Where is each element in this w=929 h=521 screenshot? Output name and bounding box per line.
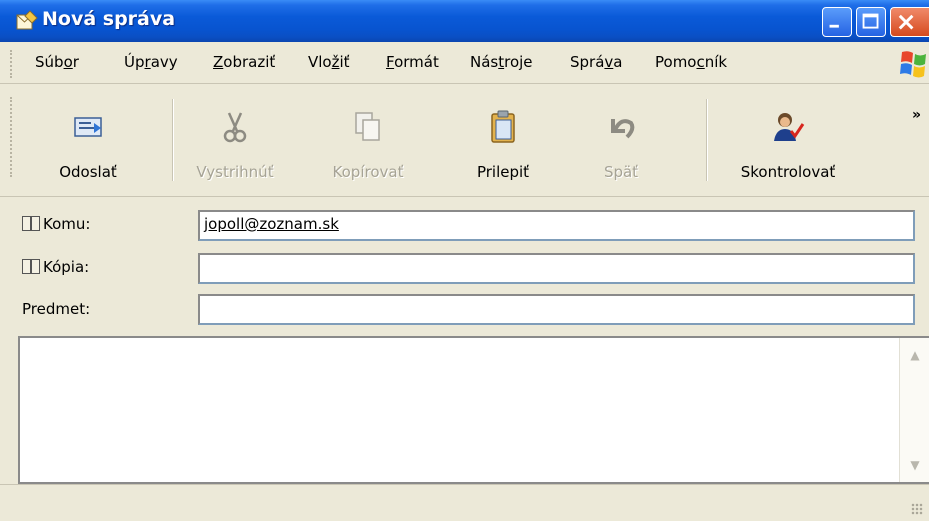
- send-mail-icon: [74, 117, 102, 137]
- check-names-button[interactable]: Skontrolovať: [718, 85, 858, 197]
- menu-format[interactable]: Formát: [386, 53, 439, 71]
- undo-label: Späť: [603, 163, 639, 181]
- minimize-button[interactable]: [822, 7, 852, 37]
- cc-field-label[interactable]: Kópia:: [22, 258, 89, 276]
- to-field-label[interactable]: Komu:: [22, 215, 90, 233]
- maximize-button[interactable]: [856, 7, 886, 37]
- menu-edit[interactable]: Úpravy: [124, 53, 178, 71]
- undo-arrow-icon: [611, 119, 635, 139]
- minimize-icon: [829, 24, 839, 28]
- vertical-scrollbar[interactable]: ▲ ▼: [899, 338, 929, 482]
- message-header-fields: Komu: jopoll@zoznam.sk Kópia: Predmet:: [0, 198, 929, 336]
- windows-logo-icon: [900, 51, 926, 78]
- undo-button[interactable]: Späť: [576, 85, 666, 197]
- menu-message[interactable]: Správa: [570, 53, 623, 71]
- paste-button[interactable]: Prilepiť: [453, 85, 553, 197]
- send-label: Odoslať: [59, 163, 117, 181]
- toolbar-separator: [706, 99, 708, 181]
- copy-icon: [355, 112, 380, 141]
- cc-field[interactable]: [198, 253, 915, 284]
- status-panel: [0, 489, 929, 517]
- spellcheck-person-icon: [774, 113, 805, 141]
- maximize-icon: [862, 13, 879, 29]
- menu-help[interactable]: Pomocník: [655, 53, 727, 71]
- new-message-icon: [16, 10, 38, 30]
- close-icon: [898, 14, 914, 30]
- copy-button[interactable]: Kopírovať: [318, 85, 418, 197]
- toolbar-grip[interactable]: [10, 97, 13, 177]
- menu-file[interactable]: Súbor: [35, 53, 79, 71]
- paste-label: Prilepiť: [476, 163, 530, 181]
- scroll-down-icon[interactable]: ▼: [906, 456, 924, 474]
- window-title: Nová správa: [42, 8, 176, 30]
- menu-tools[interactable]: Nástroje: [470, 53, 533, 71]
- copy-label: Kopírovať: [332, 163, 404, 181]
- title-bar[interactable]: Nová správa: [0, 0, 929, 42]
- cut-button[interactable]: Vystrihnúť: [180, 85, 290, 197]
- menu-view[interactable]: Zobraziť: [213, 53, 275, 71]
- check-names-label: Skontrolovať: [740, 163, 836, 181]
- scissors-icon: [223, 112, 247, 143]
- to-field[interactable]: jopoll@zoznam.sk: [198, 210, 915, 241]
- menu-bar-grip[interactable]: [10, 50, 13, 78]
- resize-grip[interactable]: [911, 503, 923, 515]
- status-bar: [0, 484, 929, 521]
- address-book-icon[interactable]: [22, 259, 40, 274]
- address-book-icon[interactable]: [22, 216, 40, 231]
- send-button[interactable]: Odoslať: [38, 85, 138, 197]
- clipboard-icon: [491, 110, 515, 143]
- subject-field[interactable]: [198, 294, 915, 325]
- toolbar: Odoslať Vystrihnúť Kopírovať Prilepiť Sp…: [0, 85, 929, 197]
- toolbar-more-chevron[interactable]: »: [912, 107, 921, 123]
- close-button[interactable]: [890, 7, 929, 37]
- compose-window: Nová správa Súbor Úpravy Zobraziť Vložiť…: [0, 0, 929, 521]
- menu-bar: Súbor Úpravy Zobraziť Vložiť Formát Nást…: [0, 42, 929, 84]
- scroll-up-icon[interactable]: ▲: [906, 346, 924, 364]
- subject-field-label: Predmet:: [22, 300, 91, 318]
- toolbar-separator: [172, 99, 174, 181]
- cut-label: Vystrihnúť: [196, 163, 274, 181]
- menu-insert[interactable]: Vložiť: [308, 53, 350, 71]
- message-body[interactable]: [18, 336, 929, 484]
